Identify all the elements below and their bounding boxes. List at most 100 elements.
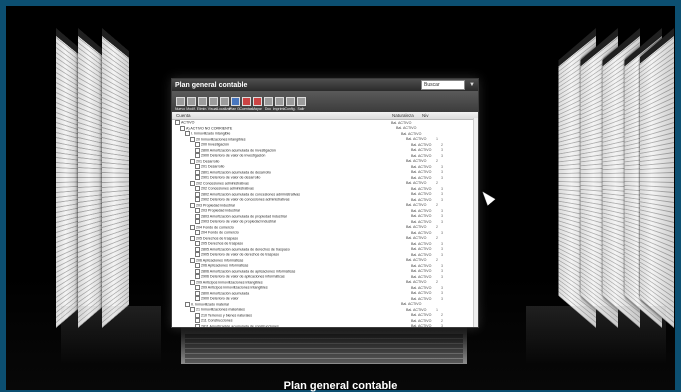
- right-window-stack[interactable]: [506, 28, 675, 328]
- table-row[interactable]: 2806 Amortización acumulada de aplicacio…: [172, 268, 478, 275]
- stacked-window[interactable]: [639, 28, 674, 328]
- table-row[interactable]: 211 Construcciones Bal. ACTIVO 2: [172, 318, 478, 324]
- table-row[interactable]: 2901 Deterioro de valor de desarrollo Bal…: [172, 175, 478, 181]
- table-row[interactable]: 203 Propiedad industrial Bal. ACTIVO 3: [172, 208, 478, 214]
- table-row[interactable]: 2800 Amortización acumulada de investiga…: [172, 147, 478, 154]
- tree-node-icon[interactable]: [185, 301, 190, 307]
- tree-node-icon[interactable]: [195, 197, 200, 203]
- tree-node-icon[interactable]: [195, 191, 200, 197]
- stacked-window[interactable]: [56, 28, 79, 328]
- toolbar-button[interactable]: Modif.: [186, 97, 196, 111]
- account-name-text: 201 Desarrollo: [201, 164, 225, 169]
- tree-node-icon[interactable]: [195, 246, 200, 252]
- table-row[interactable]: 204 Fondo de comercio Bal. ACTIVO 2: [172, 224, 478, 231]
- column-kind[interactable]: Naturaleza: [392, 113, 422, 118]
- table-row[interactable]: 200 Investigación Bal. ACTIVO 2: [172, 142, 478, 148]
- tree-node-icon[interactable]: [185, 131, 190, 137]
- table-row[interactable]: 205 Derechos de traspaso Bal. ACTIVO 2: [172, 235, 478, 242]
- toolbar-button[interactable]: Cuentas: [239, 97, 253, 111]
- toolbar-button-label: Config.: [284, 107, 296, 111]
- tree-node-icon[interactable]: [195, 169, 200, 175]
- tree-node-icon[interactable]: [195, 290, 200, 296]
- tree-node-icon[interactable]: [190, 307, 195, 313]
- table-row[interactable]: 2903 Deterioro de valor de propiedad ind…: [172, 219, 478, 225]
- table-row[interactable]: 2900 Deterioro de valor de investigación…: [172, 153, 478, 159]
- tree-node-icon[interactable]: [195, 274, 200, 280]
- account-tree[interactable]: ACTIVO Bal. ACTIVO A) ACTIVO NO CORRIENTE B…: [172, 120, 478, 327]
- tree-node-icon[interactable]: [195, 312, 200, 318]
- table-row[interactable]: 2800 Amortización acumulada Bal. ACTIVO 3: [172, 290, 478, 297]
- tree-node-icon[interactable]: [195, 285, 200, 291]
- window-titlebar[interactable]: Plan general contable Buscar ▼: [172, 79, 478, 91]
- stacked-window[interactable]: [78, 28, 103, 328]
- stacked-window[interactable]: [102, 28, 129, 328]
- toolbar-button[interactable]: Localizar: [217, 97, 231, 111]
- ledger-icon: [252, 97, 262, 106]
- tree-node-icon[interactable]: [190, 202, 195, 208]
- table-row[interactable]: 2801 Amortización acumulada de desarroll…: [172, 169, 478, 176]
- tree-node-icon[interactable]: [190, 257, 195, 263]
- table-row[interactable]: 203 Propiedad industrial Bal. ACTIVO 2: [172, 202, 478, 209]
- vertical-scrollbar[interactable]: [473, 118, 478, 327]
- account-kind: Bal. ACTIVO: [411, 230, 432, 235]
- tree-node-icon[interactable]: [190, 158, 195, 164]
- tree-node-icon[interactable]: [195, 268, 200, 274]
- tree-node-icon[interactable]: [195, 296, 200, 302]
- column-level[interactable]: Niv: [422, 113, 478, 118]
- table-row[interactable]: 209 Anticipos inmovilizaciones intangibl…: [172, 285, 478, 291]
- table-row[interactable]: 21 Inmovilizaciones materiales Bal. ACTIV…: [172, 307, 478, 313]
- left-window-stack[interactable]: [56, 28, 166, 328]
- tree-node-icon[interactable]: [180, 125, 185, 131]
- tree-node-icon[interactable]: [195, 252, 200, 258]
- tree-node-icon[interactable]: [195, 219, 200, 225]
- table-row[interactable]: 205 Derechos de traspaso Bal. ACTIVO 3: [172, 241, 478, 247]
- table-row[interactable]: 209 Anticipos inmovilizaciones intangibl…: [172, 279, 478, 286]
- tree-node-icon[interactable]: [195, 318, 200, 324]
- toolbar-button[interactable]: Config.: [284, 97, 296, 111]
- toolbar-button[interactable]: Nuevo: [175, 97, 185, 111]
- chevron-down-icon[interactable]: ▼: [469, 82, 475, 88]
- tree-node-icon[interactable]: [190, 235, 195, 241]
- table-row[interactable]: 2805 Amortización acumulada de derechos …: [172, 246, 478, 253]
- table-row[interactable]: 2802 Amortización acumulada de concesion…: [172, 191, 478, 198]
- tree-node-icon[interactable]: [195, 142, 200, 148]
- table-row[interactable]: 206 Aplicaciones informáticas Bal. ACTIVO…: [172, 257, 478, 264]
- tree-node-icon[interactable]: [195, 213, 200, 219]
- column-account[interactable]: Cuenta: [172, 113, 392, 118]
- toolbar-button[interactable]: Elimin.: [197, 97, 207, 111]
- table-row[interactable]: 20 Inmovilizaciones intangibles Bal. ACTI…: [172, 136, 478, 143]
- tree-node-icon[interactable]: [190, 180, 195, 186]
- table-row[interactable]: 2905 Deterioro de valor de derechos de t…: [172, 252, 478, 258]
- plan-general-contable-window[interactable]: Plan general contable Buscar ▼ Nuevo Modi…: [171, 78, 479, 328]
- tree-node-icon[interactable]: [195, 241, 200, 247]
- tree-node-icon[interactable]: [190, 136, 195, 142]
- tree-node-icon[interactable]: [195, 164, 200, 170]
- tree-node-icon[interactable]: [195, 263, 200, 269]
- table-row[interactable]: 202 Concesiones administrativas Bal. ACTI…: [172, 180, 478, 187]
- tree-node-icon[interactable]: [195, 186, 200, 192]
- toolbar-button[interactable]: Salir: [296, 97, 306, 111]
- table-row[interactable]: 2906 Deterioro de valor de aplicaciones …: [172, 274, 478, 280]
- tree-node-icon[interactable]: [195, 230, 200, 236]
- table-row[interactable]: 210 Terrenos y bienes naturales Bal. ACTI…: [172, 312, 478, 319]
- table-row[interactable]: 201 Desarrollo Bal. ACTIVO 2: [172, 158, 478, 165]
- table-row[interactable]: 206 Aplicaciones informáticas Bal. ACTIVO…: [172, 263, 478, 269]
- tree-node-icon[interactable]: [195, 147, 200, 153]
- table-row[interactable]: 202 Concesiones administrativas Bal. ACTI…: [172, 186, 478, 192]
- tree-node-icon[interactable]: [175, 120, 180, 126]
- tree-node-icon[interactable]: [190, 224, 195, 230]
- table-row[interactable]: 201 Desarrollo Bal. ACTIVO 3: [172, 164, 478, 170]
- toolbar-button[interactable]: Imprimir: [273, 97, 285, 111]
- tree-node-icon[interactable]: [190, 279, 195, 285]
- table-row[interactable]: 2902 Deterioro de valor de concesiones a…: [172, 197, 478, 203]
- table-row[interactable]: 204 Fondo de comercio Bal. ACTIVO 3: [172, 230, 478, 236]
- tree-node-icon[interactable]: [195, 208, 200, 214]
- account-kind: Bal. ACTIVO: [411, 142, 432, 147]
- table-row[interactable]: 2900 Deterioro de valor Bal. ACTIVO 3: [172, 296, 478, 302]
- toolbar-button[interactable]: Doc: [263, 97, 273, 111]
- tree-node-icon[interactable]: [195, 175, 200, 181]
- search-combo[interactable]: Buscar: [421, 80, 466, 90]
- toolbar-button[interactable]: Mayor: [252, 97, 262, 111]
- tree-node-icon[interactable]: [195, 153, 200, 159]
- table-row[interactable]: 2803 Amortización acumulada de propiedad…: [172, 213, 478, 220]
